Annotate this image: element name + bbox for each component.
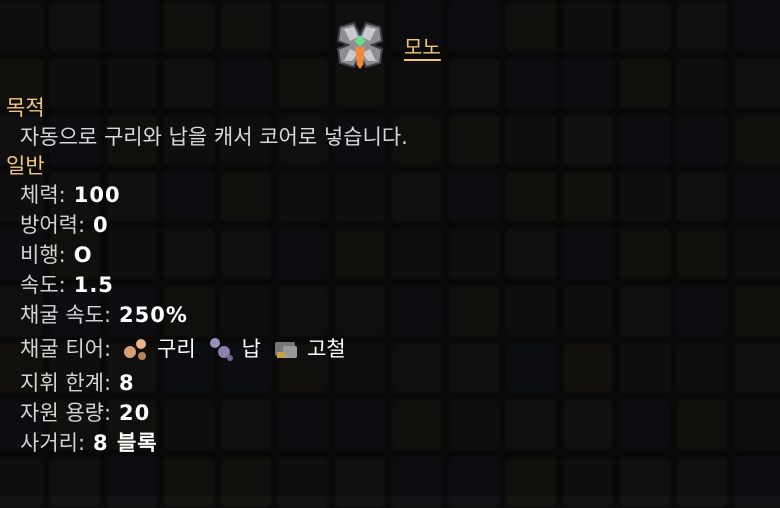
stat-label: 체력: — [20, 183, 66, 207]
ore-name: 구리 — [157, 337, 196, 361]
general-heading: 일반 — [6, 154, 45, 178]
stat-item-capacity: 자원 용량: 20 — [6, 398, 408, 428]
stat-speed: 속도: 1.5 — [6, 270, 408, 300]
stat-value: 8 블록 — [93, 431, 158, 455]
lead-ore-icon — [209, 338, 233, 361]
stat-label: 비행: — [20, 243, 66, 267]
scrap-ore-icon — [275, 342, 297, 358]
unit-header: 모노 — [330, 14, 441, 76]
stat-label: 사거리: — [20, 431, 86, 455]
stat-label: 지휘 한계: — [20, 371, 112, 395]
stat-value: 8 — [119, 371, 135, 395]
stat-value: 20 — [119, 401, 151, 425]
stat-label: 속도: — [20, 273, 66, 297]
ore-scrap[interactable]: 고철 — [271, 334, 346, 364]
stat-label: 방어력: — [20, 213, 86, 237]
unit-name-link[interactable]: 모노 — [404, 31, 441, 60]
purpose-heading: 목적 — [6, 96, 45, 120]
stat-flying: 비행: O — [6, 240, 408, 270]
unit-info-panel: 목적 자동으로 구리와 납을 캐서 코어로 넣습니다. 일반 체력: 100 방… — [6, 94, 408, 458]
stat-value: 0 — [93, 213, 109, 237]
stat-command-limit: 지휘 한계: 8 — [6, 368, 408, 398]
stat-value: 250% — [119, 303, 188, 327]
ore-name: 납 — [241, 337, 261, 361]
stat-range: 사거리: 8 블록 — [6, 428, 408, 458]
ore-lead[interactable]: 납 — [206, 334, 261, 364]
stat-label: 채굴 속도: — [20, 303, 112, 327]
stat-value: O — [73, 243, 93, 267]
mono-unit-icon — [336, 21, 384, 69]
stat-mine-speed: 채굴 속도: 250% — [6, 300, 408, 330]
stat-health: 체력: 100 — [6, 180, 408, 210]
stat-value: 1.5 — [73, 273, 114, 297]
stat-value: 100 — [73, 183, 121, 207]
stat-mine-tier: 채굴 티어: 구리 납 고철 — [6, 330, 408, 368]
purpose-description: 자동으로 구리와 납을 캐서 코어로 넣습니다. — [20, 125, 408, 149]
stat-armor: 방어력: 0 — [6, 210, 408, 240]
stat-label: 자원 용량: — [20, 401, 112, 425]
stat-label: 채굴 티어: — [20, 337, 112, 361]
ore-copper[interactable]: 구리 — [121, 334, 196, 364]
ore-name: 고철 — [307, 337, 346, 361]
copper-ore-icon — [124, 339, 147, 360]
